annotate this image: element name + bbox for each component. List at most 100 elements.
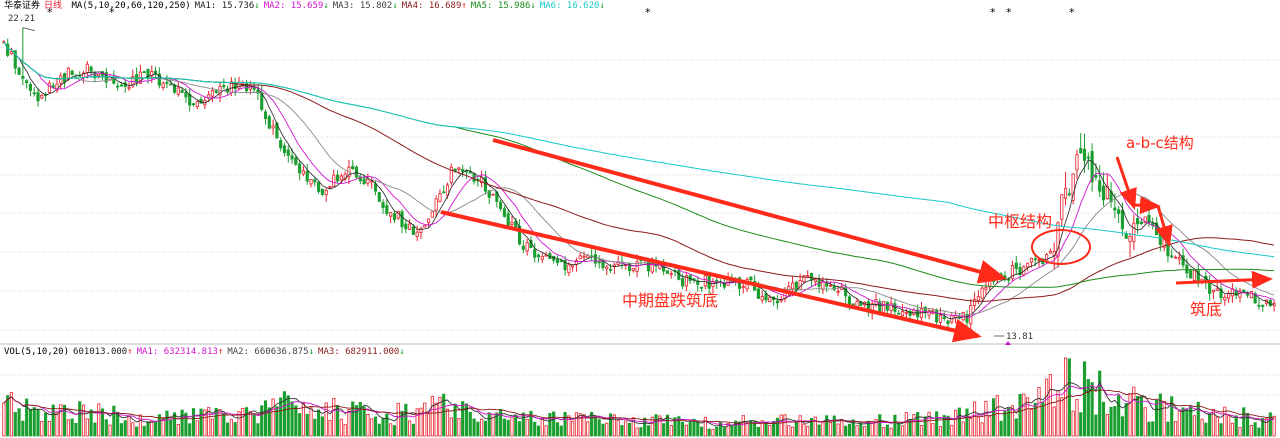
volume-bar-50 [191, 408, 196, 437]
candle-body [85, 63, 89, 73]
candle-118 [449, 163, 453, 186]
volume-bar-118 [449, 417, 453, 437]
volume-bar-172 [654, 414, 658, 437]
volume-bar-285 [1082, 361, 1087, 437]
candle-106 [404, 219, 408, 234]
volume-bar-120 [457, 418, 461, 437]
volume-bar-317 [1204, 422, 1208, 437]
volume-bar-304 [1154, 399, 1159, 437]
event-marker-icon-1: * [109, 6, 115, 19]
candle-129 [491, 193, 495, 196]
volume-bar-49 [188, 423, 192, 437]
candle-67 [256, 84, 260, 100]
volume-bar-303 [1151, 421, 1155, 437]
candle-body [301, 170, 306, 175]
candle-body [324, 190, 328, 196]
candle-body [9, 51, 14, 55]
candle-body [1045, 254, 1049, 262]
candle-body [59, 75, 63, 84]
candle-body [1124, 233, 1128, 239]
volume-bar-247 [938, 426, 943, 437]
candle-46 [176, 82, 180, 97]
candle-97 [370, 176, 374, 189]
candle-body [127, 86, 131, 89]
candle-102 [389, 212, 393, 223]
candle-body [373, 183, 378, 192]
volume-bar-158 [601, 423, 605, 437]
volume-bar-235 [893, 414, 897, 437]
candle-body [593, 254, 597, 264]
candle-body [756, 288, 761, 299]
volume-bar-79 [301, 402, 306, 437]
candle-body [389, 212, 393, 217]
candle-333 [1264, 299, 1269, 306]
volume-bar-256 [972, 401, 977, 437]
volume-bar-329 [1249, 425, 1253, 437]
volume-bar-1 [6, 395, 10, 437]
volume-bar-32 [123, 420, 127, 437]
candle-body [813, 279, 817, 283]
candle-body [191, 103, 196, 106]
candle-240 [912, 307, 916, 316]
volume-bar-186 [707, 428, 711, 437]
candle-body [650, 263, 654, 273]
candle-27 [104, 67, 108, 89]
kline-chart[interactable]: 中期盘跌筑底 中枢结构 a-b-c结构筑底 22.21 13.81 * * * * * * [0, 0, 1280, 438]
candle-body [25, 80, 29, 83]
candle-body [1029, 257, 1034, 263]
volume-bar-111 [423, 402, 427, 437]
volume-bar-215 [817, 424, 821, 437]
candle-body [442, 191, 446, 194]
volume-bar-275 [1045, 378, 1049, 437]
candle-330 [1253, 291, 1257, 304]
volume-bar-334 [1268, 412, 1272, 437]
candle-279 [1060, 194, 1064, 227]
candle-body [434, 198, 438, 211]
candle-body [267, 116, 271, 129]
volume-bar-135 [514, 414, 518, 437]
volume-bar-295 [1120, 416, 1125, 437]
volume-bar-314 [1192, 415, 1197, 437]
volume-bar-24 [93, 422, 97, 437]
candle-body [991, 278, 996, 282]
volume-bar-140 [533, 421, 537, 437]
candle-body [790, 282, 795, 290]
candle-body [851, 303, 855, 306]
volume-bar-274 [1041, 401, 1045, 437]
candle-body [263, 111, 268, 120]
candle-body [741, 286, 745, 289]
candle-257 [976, 290, 980, 305]
ma-line-5 [3, 41, 1275, 288]
candle-136 [517, 219, 522, 246]
candle-326 [1238, 287, 1242, 303]
low-price-label: 13.81 [1006, 332, 1033, 342]
candle-body [47, 82, 51, 93]
volume-bar-68 [260, 405, 264, 437]
candle-body [411, 226, 415, 235]
candle-138 [525, 238, 529, 256]
volume-bar-181 [688, 421, 692, 437]
candle-276 [1048, 248, 1052, 254]
volume-bar-107 [408, 420, 412, 437]
volume-bar-323 [1227, 415, 1231, 437]
grid [0, 59, 1280, 416]
volume-bar-298 [1132, 386, 1136, 437]
volume-bar-222 [844, 425, 848, 437]
candle-body [764, 293, 768, 301]
volume-bar-67 [256, 423, 260, 437]
volume-bar-198 [753, 421, 757, 437]
volume-bar-283 [1075, 399, 1079, 437]
volume-bar-236 [897, 422, 901, 437]
volume-bar-180 [684, 424, 688, 437]
volume-bar-271 [1029, 409, 1034, 437]
candle-217 [825, 278, 829, 293]
candle-297 [1128, 232, 1132, 258]
volume-bar-131 [499, 408, 503, 437]
volume-bar-65 [248, 411, 252, 437]
candle-body [381, 202, 385, 208]
candle-166 [631, 268, 635, 273]
volume-bar-284 [1079, 412, 1083, 437]
candle-11 [44, 92, 48, 102]
candle-body [1249, 291, 1253, 299]
volume-bar-315 [1196, 401, 1200, 437]
